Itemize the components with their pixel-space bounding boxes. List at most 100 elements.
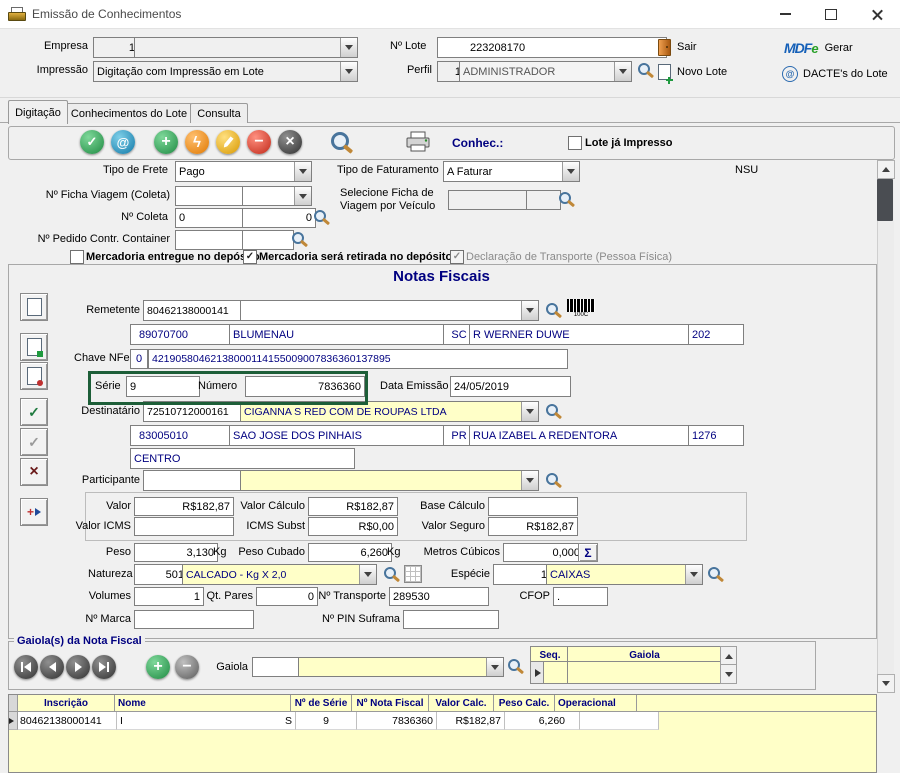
print-button[interactable] [405,131,431,153]
search-button[interactable] [330,131,352,153]
nf-insert-row-button[interactable]: + [20,498,48,526]
destinatario-bairro-field[interactable]: CENTRO [130,448,355,469]
email-button[interactable]: @ [111,130,135,154]
valor-icms-field[interactable] [134,517,234,536]
impressao-combo[interactable]: Digitação com Impressão em Lote [93,61,358,82]
remetente-numero-field[interactable]: 202 [688,324,744,345]
natureza-search-icon[interactable] [383,566,399,582]
participante-combo[interactable] [240,470,539,491]
selecione-ficha-search-icon[interactable] [558,191,574,207]
peso-field[interactable]: 3,130 [134,543,218,562]
pedido-container-search-icon[interactable] [291,231,307,247]
nf-confirm-button[interactable]: ✓ [20,398,48,426]
coleta-field1[interactable]: 0 [175,208,248,228]
dacte-button[interactable]: @ DACTE's do Lote [782,64,894,84]
tipo-faturamento-combo[interactable]: A Faturar [443,161,580,182]
gaiola-grid-scroll-up[interactable] [720,646,737,666]
ficha-viagem-field[interactable] [175,186,248,206]
perfil-combo[interactable]: ADMINISTRADOR [459,61,632,82]
gaiola-grid-gaiola-cell[interactable] [567,661,722,684]
process-button[interactable]: ϟ [185,130,209,154]
gaiola-combo[interactable] [298,657,504,677]
remetente-logradouro-field[interactable]: R WERNER DUWE [469,324,694,345]
first-record-button[interactable] [14,655,38,679]
table-row[interactable]: 80462138000141 I S 9 7836360 R$182,87 6,… [9,712,876,730]
tab-conhecimentos-do-lote[interactable]: Conhecimentos do Lote [66,103,192,123]
tab-digitacao[interactable]: Digitação [8,100,68,124]
maximize-button[interactable] [808,0,854,28]
tipo-frete-combo[interactable]: Pago [175,161,312,182]
nf-new-button[interactable] [20,293,48,321]
remetente-cep-field[interactable]: 89070700 [130,324,240,345]
valor-calculo-field[interactable]: R$182,87 [308,497,398,516]
especie-combo[interactable]: CAIXAS [546,564,703,585]
empresa-combo[interactable] [134,37,358,58]
chave-dv-field[interactable]: 0 [130,349,148,369]
volumes-field[interactable]: 1 [134,587,204,606]
remove-button[interactable]: − [247,130,271,154]
gaiola-code-field[interactable] [252,657,304,677]
prev-record-button[interactable] [40,655,64,679]
lote-field[interactable]: 223208170 [437,37,667,58]
participante-search-icon[interactable] [545,472,561,488]
gerar-button[interactable]: MDF e Gerar [784,36,884,60]
cancel-button[interactable]: × [278,130,302,154]
destinatario-cep-field[interactable]: 83005010 [130,425,240,446]
sair-button[interactable]: Sair [658,37,738,57]
natureza-combo[interactable]: CALCADO - Kg X 2,0 [182,564,377,585]
serie-field[interactable]: 9 [126,376,200,397]
coleta-search-icon[interactable] [313,209,329,225]
selecione-ficha-field1[interactable] [448,190,532,210]
close-button[interactable] [854,0,900,28]
gaiola-grid-seq-cell[interactable] [543,661,570,684]
mercadoria-entregue-checkbox[interactable] [70,250,84,264]
edit-button[interactable] [216,130,240,154]
perfil-search-icon[interactable] [637,62,653,78]
remetente-combo[interactable] [240,300,539,321]
destinatario-search-icon[interactable] [545,403,561,419]
scrollbar-thumb[interactable] [877,179,893,221]
participante-code-field[interactable] [143,470,246,491]
selecione-ficha-field2[interactable] [526,190,561,210]
metros-cubicos-field[interactable]: 0,000 [503,543,584,562]
especie-search-icon[interactable] [707,566,723,582]
pin-suframa-field[interactable] [403,610,499,629]
tab-consulta[interactable]: Consulta [190,103,248,123]
destinatario-cidade-field[interactable]: SAO JOSE DOS PINHAIS [229,425,449,446]
destinatario-numero-field[interactable]: 1276 [688,425,744,446]
qt-pares-field[interactable]: 0 [256,587,318,606]
pedido-container-field1[interactable] [175,230,248,250]
remetente-cidade-field[interactable]: BLUMENAU [229,324,449,345]
peso-cubado-field[interactable]: 6,260 [308,543,392,562]
minimize-button[interactable] [762,0,808,28]
mercadoria-retirada-checkbox[interactable]: ✓ [243,250,257,264]
icms-subst-field[interactable]: R$0,00 [308,517,398,536]
confirm-button[interactable]: ✓ [80,130,104,154]
form-scrollbar-track[interactable] [877,160,894,691]
gaiola-add-button[interactable]: + [146,655,170,679]
destinatario-cnpj-field[interactable]: 72510712000161 [143,401,246,422]
natureza-code-field[interactable]: 501 [134,564,188,585]
barcode-button[interactable]: 100C [566,299,596,320]
lote-impresso-checkbox[interactable] [568,136,582,150]
novo-lote-button[interactable]: Novo Lote [658,62,754,82]
scroll-up-button[interactable] [877,160,895,179]
n-transporte-field[interactable]: 289530 [389,587,489,606]
n-marca-field[interactable] [134,610,254,629]
pedido-container-field2[interactable] [242,230,294,250]
data-emissao-field[interactable]: 24/05/2019 [450,376,571,397]
remetente-cnpj-field[interactable]: 80462138000141 [143,300,246,321]
add-button[interactable]: + [154,130,178,154]
gaiola-search-icon[interactable] [507,658,523,674]
destinatario-combo[interactable]: CIGANNA S RED COM DE ROUPAS LTDA [240,401,539,422]
remetente-search-icon[interactable] [545,302,561,318]
chave-nfe-field[interactable]: 4219058046213800011415500900783636013789… [148,349,568,369]
ficha-viagem-combo[interactable] [242,186,312,206]
nf-confirm-disabled-button[interactable]: ✓ [20,428,48,456]
nf-cancel-button[interactable]: × [20,458,48,486]
gaiola-grid-scroll-down[interactable] [720,664,737,684]
base-calculo-field[interactable] [488,497,578,516]
numero-field[interactable]: 7836360 [245,376,365,397]
nf-locate-button[interactable] [20,362,48,390]
coleta-field2[interactable]: 0 [242,208,316,228]
